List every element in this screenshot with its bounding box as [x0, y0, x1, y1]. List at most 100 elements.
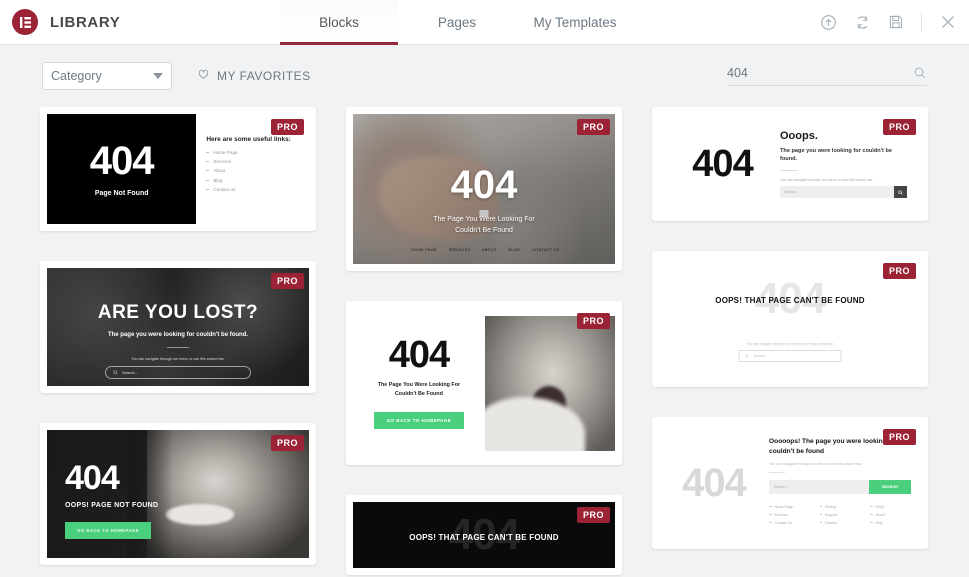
template-card-oops-watermark-light[interactable]: PRO 404 OOPS! THAT PAGE CAN'T BE FOUND Y…	[652, 251, 928, 387]
thumb-404-text: 404	[682, 461, 747, 505]
thumb-links-heading: Here are some useful links:	[206, 136, 291, 143]
thumb-paragraph: The page you were looking for couldn't b…	[107, 331, 249, 338]
template-thumbnail: 404 The Page You Were Looking For Couldn…	[353, 308, 615, 458]
thumb-subtitle-line2: Couldn't Be Found	[455, 226, 513, 234]
thumb-heading: OOPS! THAT PAGE CAN'T BE FOUND	[409, 533, 559, 542]
thumb-404-text: 404	[692, 142, 753, 185]
close-icon[interactable]	[939, 13, 957, 31]
thumb-note: You can navigate through our menu or use…	[131, 356, 225, 361]
pro-badge: PRO	[882, 119, 916, 135]
my-favorites-button[interactable]: MY FAVORITES	[197, 68, 311, 84]
thumb-note: You can navigate through our menu or use…	[746, 342, 834, 346]
thumb-note: You can navigate through our menu or use…	[769, 461, 863, 466]
list-item: Blog	[870, 521, 911, 525]
template-thumbnail: 404 OOPS! THAT PAGE CAN'T BE FOUND You c…	[659, 258, 921, 380]
list-item: About	[870, 513, 911, 517]
thumb-right-panel: Ooooops! The page you were looking for c…	[769, 437, 921, 528]
thumb-search-bar: Search...	[105, 365, 251, 379]
thumb-divider	[167, 346, 189, 348]
brand: LIBRARY	[0, 0, 280, 44]
search-icon[interactable]	[913, 66, 927, 80]
thumb-search-placeholder: Search...	[780, 186, 894, 199]
thumb-subtitle-line1: The Page You Were Looking For	[377, 382, 461, 389]
grid-column-3: PRO 404 Ooops. The page you were looking…	[652, 107, 928, 577]
thumb-overlay: 404 OOPS! PAGE NOT FOUND GO BACK TO HOME…	[47, 430, 309, 540]
template-card-gray-404-links[interactable]: PRO 404 Ooooops! The page you were looki…	[652, 417, 928, 549]
thumb-search-placeholder: Search...	[753, 354, 768, 358]
thumb-subtitle: Page Not Found	[94, 189, 149, 197]
thumb-search-box: Search... SEARCH	[769, 479, 911, 494]
thumb-overlay: 404 The Page You Were Looking For Couldn…	[353, 114, 615, 264]
thumb-left-panel: 404 The Page You Were Looking For Couldn…	[357, 334, 481, 429]
thumb-subtitle-line2: Couldn't Be Found	[394, 390, 443, 397]
my-favorites-label: MY FAVORITES	[217, 69, 311, 83]
thumb-note: You can navigate through our menu or use…	[780, 178, 874, 183]
list-item: Support	[819, 513, 861, 517]
template-card-keyboard-photo-404[interactable]: PRO 404 The Page You Were Looking For Co…	[346, 107, 622, 271]
template-card-black-split-404[interactable]: PRO 404 Page Not Found Here are some use…	[40, 107, 316, 231]
template-grid: PRO 404 Page Not Found Here are some use…	[0, 107, 969, 577]
thumb-left-panel: 404	[659, 461, 769, 505]
tab-blocks[interactable]: Blocks	[280, 0, 398, 45]
thumb-link-column-1: Home Page Services Contact Us	[769, 505, 810, 529]
thumb-search-placeholder: Search...	[122, 369, 139, 375]
template-card-man-face-404[interactable]: PRO 404 OOPS! PAGE NOT FOUND GO BACK TO …	[40, 423, 316, 565]
thumb-subtitle: The Page You Were Looking For Couldn't B…	[433, 215, 534, 236]
heart-icon	[197, 68, 210, 84]
search-input[interactable]	[727, 66, 913, 80]
template-card-oops-watermark-dark[interactable]: PRO 404 OOPS! THAT PAGE CAN'T BE FOUND	[346, 495, 622, 575]
thumb-search-button: SEARCH	[869, 479, 911, 494]
list-item: About	[206, 168, 299, 173]
pro-badge: PRO	[576, 507, 610, 523]
thumb-404-text: 404	[388, 334, 450, 377]
thumb-cta-button: GO BACK TO HOMEPAGE	[373, 411, 465, 429]
template-card-are-you-lost[interactable]: PRO ARE YOU LOST? The page you were look…	[40, 261, 316, 393]
pro-badge: PRO	[576, 313, 610, 329]
tab-pages[interactable]: Pages	[398, 0, 516, 44]
template-thumbnail: 404 Page Not Found Here are some useful …	[47, 114, 309, 224]
upload-icon[interactable]	[820, 14, 837, 31]
thumb-divider	[769, 471, 786, 473]
save-icon[interactable]	[888, 14, 904, 30]
template-thumbnail: 404 The Page You Were Looking For Couldn…	[353, 114, 615, 264]
thumb-paragraph: The page you were looking for couldn't b…	[780, 147, 892, 162]
list-item: FAQs	[870, 505, 911, 509]
thumb-404-text: 404	[450, 163, 518, 207]
sync-icon[interactable]	[854, 14, 871, 31]
thumb-right-panel: Ooops. The page you were looking for cou…	[780, 130, 915, 199]
grid-column-2: PRO 404 The Page You Were Looking For Co…	[346, 107, 622, 577]
list-item: Contact us	[206, 187, 299, 192]
thumb-search-bar: Search...	[738, 350, 842, 362]
thumb-404-text: 404	[89, 138, 155, 183]
template-card-baby-split-404[interactable]: PRO 404 The Page You Were Looking For Co…	[346, 301, 622, 465]
list-item: Pricing	[819, 505, 861, 509]
thumb-subtitle-line1: The Page You Were Looking For	[433, 216, 535, 223]
chevron-down-icon	[153, 73, 163, 79]
template-thumbnail: 404 Ooooops! The page you were looking f…	[659, 424, 921, 542]
thumb-heading: OOPS! THAT PAGE CAN'T BE FOUND	[715, 296, 865, 305]
thumb-link-columns: Home Page Services Contact Us Pricing Su…	[769, 505, 911, 529]
thumb-link-column-3: FAQs About Blog	[870, 505, 911, 529]
search-icon	[113, 370, 118, 374]
header-actions	[820, 0, 969, 44]
search-icon	[894, 186, 907, 199]
thumb-link-list: Home Page Services About Blog Contact us	[206, 150, 299, 192]
category-select-label: Category	[51, 69, 102, 83]
thumb-link-column-2: Pricing Support Forums	[819, 505, 861, 529]
tab-my-templates[interactable]: My Templates	[516, 0, 634, 44]
list-item: Home Page	[206, 150, 299, 155]
pro-badge: PRO	[882, 263, 916, 279]
template-thumbnail: 404 Ooops. The page you were looking for…	[659, 114, 921, 214]
template-card-ooops-white-404[interactable]: PRO 404 Ooops. The page you were looking…	[652, 107, 928, 221]
template-thumbnail: 404 OOPS! THAT PAGE CAN'T BE FOUND	[353, 502, 615, 568]
library-header: LIBRARY Blocks Pages My Templates	[0, 0, 969, 45]
thumb-subtitle: OOPS! PAGE NOT FOUND	[65, 502, 159, 510]
thumb-overlay: ARE YOU LOST? The page you were looking …	[47, 268, 309, 386]
category-select[interactable]: Category	[42, 62, 172, 90]
list-item: Blog	[206, 178, 299, 183]
list-item: Forums	[819, 521, 861, 525]
thumb-photo	[484, 315, 615, 451]
template-thumbnail: 404 OOPS! PAGE NOT FOUND GO BACK TO HOME…	[47, 430, 309, 558]
list-item: Services	[769, 513, 810, 517]
list-item: Contact Us	[769, 521, 810, 525]
